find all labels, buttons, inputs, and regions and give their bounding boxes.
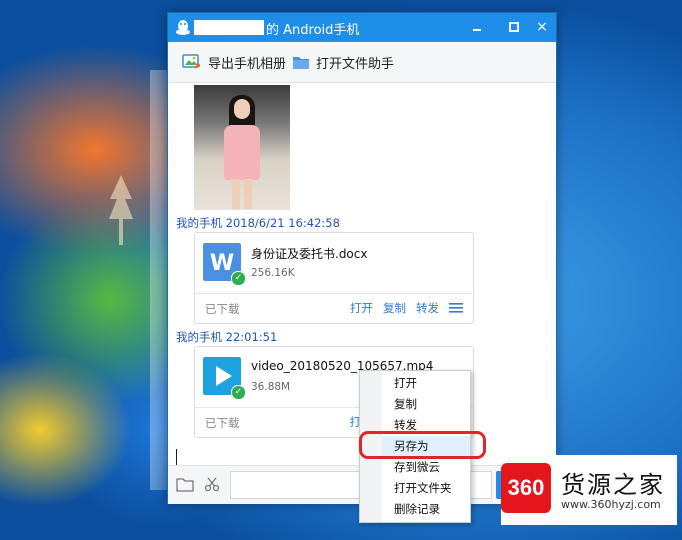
close-button[interactable]: × bbox=[530, 16, 554, 38]
export-album-button[interactable]: 导出手机相册 bbox=[182, 51, 286, 73]
open-file-helper-button[interactable]: 打开文件助手 bbox=[292, 51, 394, 73]
downloaded-check-icon: ✓ bbox=[231, 385, 246, 400]
photo-legs bbox=[232, 179, 252, 209]
file-name: 身份证及委托书.docx bbox=[251, 247, 368, 261]
highlight-annotation bbox=[359, 431, 486, 459]
maximize-icon bbox=[509, 22, 519, 32]
watermark-logo: 360 bbox=[501, 463, 551, 513]
menu-item-open[interactable]: 打开 bbox=[382, 373, 470, 394]
menu-item-copy[interactable]: 复制 bbox=[382, 394, 470, 415]
file-size: 36.88M bbox=[251, 381, 291, 393]
titlebar: 的 Android手机 × bbox=[168, 13, 556, 42]
menu-item-save-to-weiyun[interactable]: 存到微云 bbox=[382, 457, 470, 478]
photo-face bbox=[234, 99, 250, 119]
maximize-button[interactable] bbox=[502, 16, 526, 38]
forward-link[interactable]: 转发 bbox=[416, 300, 439, 316]
download-status: 已下载 bbox=[205, 416, 240, 430]
folder-outline-icon[interactable] bbox=[176, 476, 194, 492]
download-status: 已下载 bbox=[205, 302, 240, 316]
message-sender: 我的手机 2018/6/21 16:42:58 bbox=[176, 216, 340, 230]
file-size: 256.16K bbox=[251, 267, 295, 279]
photo-dress bbox=[224, 125, 260, 180]
copy-link[interactable]: 复制 bbox=[383, 300, 406, 316]
watermark-title: 货源之家 bbox=[561, 471, 665, 499]
card-divider bbox=[195, 293, 473, 294]
minimize-icon bbox=[473, 29, 481, 31]
menu-item-open-folder[interactable]: 打开文件夹 bbox=[382, 478, 470, 499]
minimize-button[interactable] bbox=[465, 16, 489, 38]
more-menu-icon[interactable] bbox=[449, 302, 463, 314]
file-actions: 打开 复制 转发 bbox=[350, 300, 463, 316]
export-album-label: 导出手机相册 bbox=[208, 56, 287, 72]
tree-silhouette bbox=[109, 175, 133, 245]
text-caret bbox=[176, 449, 177, 465]
downloaded-check-icon: ✓ bbox=[231, 271, 246, 286]
toolbar: 导出手机相册 打开文件助手 bbox=[168, 42, 556, 83]
svg-text:W: W bbox=[210, 251, 234, 276]
message-sender: 我的手机 22:01:51 bbox=[176, 330, 278, 344]
window-title: 的 Android手机 bbox=[266, 23, 360, 38]
folder-icon bbox=[293, 57, 309, 69]
open-link[interactable]: 打开 bbox=[350, 300, 373, 316]
scissors-icon[interactable] bbox=[204, 476, 220, 492]
file-card-docx[interactable]: W ✓ 身份证及委托书.docx 256.16K 已下载 打开 复制 转发 bbox=[194, 232, 474, 324]
watermark: 360 货源之家 www.360hyzj.com bbox=[501, 455, 677, 525]
watermark-url: www.360hyzj.com bbox=[561, 498, 661, 511]
redacted-name bbox=[194, 20, 264, 35]
received-photo[interactable] bbox=[194, 85, 290, 210]
menu-item-delete-record[interactable]: 删除记录 bbox=[382, 499, 470, 520]
qq-penguin-icon bbox=[176, 20, 190, 35]
album-export-icon bbox=[182, 54, 200, 69]
open-file-helper-label: 打开文件助手 bbox=[316, 56, 395, 72]
